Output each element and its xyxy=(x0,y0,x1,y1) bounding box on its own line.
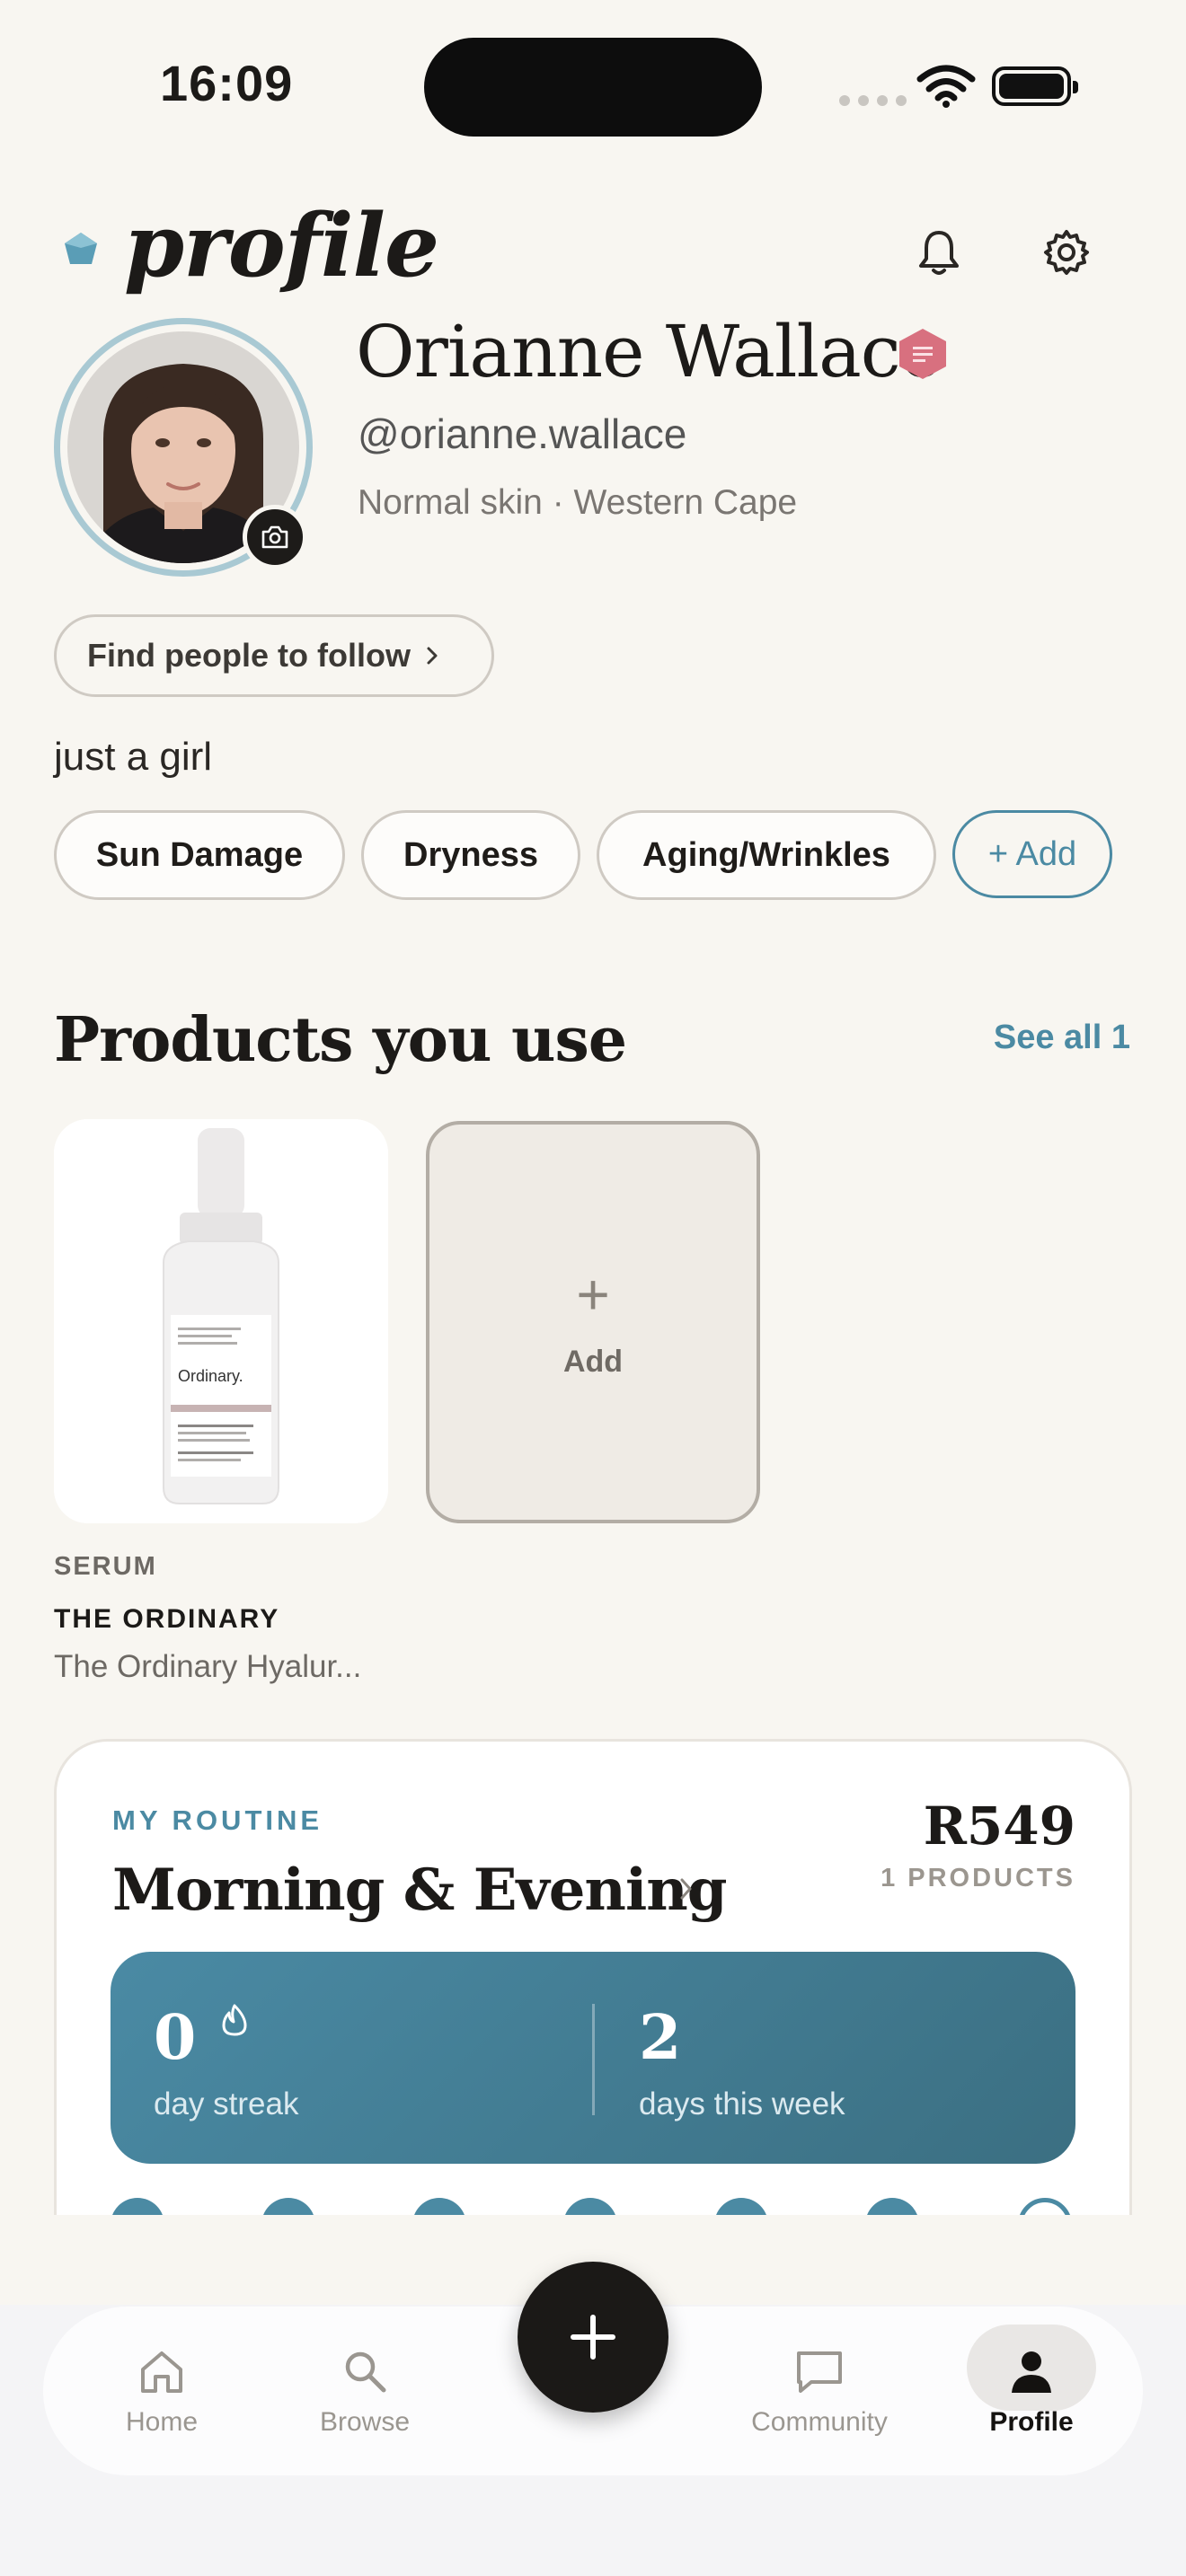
flame-icon xyxy=(222,2004,247,2036)
bell-icon xyxy=(919,231,959,275)
person-icon xyxy=(1012,2351,1051,2393)
week-label: days this week xyxy=(639,2086,845,2122)
add-concern-button[interactable]: + Add xyxy=(952,810,1112,898)
product-category: SERUM xyxy=(54,1552,157,1581)
day-dot[interactable] xyxy=(261,2198,315,2215)
day-dot[interactable] xyxy=(865,2198,919,2215)
concern-chip[interactable]: Dryness xyxy=(361,810,580,900)
see-all-link[interactable]: See all 1 xyxy=(994,1019,1130,1057)
gem-logo-icon xyxy=(65,233,97,264)
routine-price: R549 xyxy=(923,1795,1075,1857)
status-time: 16:09 xyxy=(160,55,294,111)
wifi-icon xyxy=(916,65,976,108)
nav-item-browse[interactable]: Browse xyxy=(284,2348,446,2438)
badge-icon xyxy=(899,329,946,379)
create-post-button[interactable] xyxy=(518,2262,668,2413)
products-section-title: Products you use xyxy=(54,1004,627,1076)
dynamic-island xyxy=(424,38,762,137)
chevron-right-icon xyxy=(680,1878,692,1900)
streak-divider xyxy=(592,2004,595,2115)
week-value: 2 xyxy=(639,2002,682,2074)
nav-item-home[interactable]: Home xyxy=(81,2348,243,2438)
product-brand: THE ORDINARY xyxy=(54,1604,280,1634)
day-dot[interactable] xyxy=(412,2198,466,2215)
nav-item-community[interactable]: Community xyxy=(739,2348,900,2438)
streak-label: day streak xyxy=(154,2086,299,2122)
day-dot[interactable] xyxy=(563,2198,617,2215)
product-image: Ordinary. xyxy=(54,1119,388,1523)
streak-panel: 0 day streak 2 days this week xyxy=(111,1952,1075,2164)
nav-label: Home xyxy=(125,2407,199,2437)
settings-button[interactable] xyxy=(1040,226,1093,278)
battery-icon xyxy=(992,66,1078,106)
profile-meta: Normal skin · Western Cape xyxy=(358,483,798,522)
change-photo-button[interactable] xyxy=(243,505,307,569)
plus-icon xyxy=(571,2315,615,2360)
add-product-label: Add xyxy=(562,1344,624,1379)
notifications-button[interactable] xyxy=(913,226,965,278)
routine-kicker: MY ROUTINE xyxy=(112,1804,323,1836)
routine-product-count: 1 PRODUCTS xyxy=(881,1864,1075,1892)
routine-card[interactable]: MY ROUTINE Morning & Evening R549 1 PROD… xyxy=(54,1739,1132,2215)
day-dot[interactable] xyxy=(111,2198,164,2215)
concern-chip[interactable]: Aging/Wrinkles xyxy=(597,810,936,900)
page-title: profile xyxy=(124,195,439,296)
home-icon xyxy=(141,2351,182,2393)
svg-text:Ordinary.: Ordinary. xyxy=(178,1367,243,1385)
nav-label: Community xyxy=(751,2407,888,2437)
nav-item-profile[interactable]: Profile xyxy=(951,2348,1112,2438)
routine-title: Morning & Evening xyxy=(112,1857,728,1924)
day-dot[interactable] xyxy=(714,2198,768,2215)
profile-bio: just a girl xyxy=(54,735,213,779)
plus-icon: + xyxy=(576,1261,610,1327)
product-name: The Ordinary Hyalur... xyxy=(54,1649,362,1684)
chat-icon xyxy=(797,2351,842,2393)
cellular-signal-icon xyxy=(839,95,907,106)
find-people-button[interactable]: Find people to follow xyxy=(54,614,494,697)
gear-icon xyxy=(1044,230,1089,275)
chevron-right-icon xyxy=(427,647,438,665)
product-card[interactable]: Ordinary. xyxy=(54,1119,388,1523)
search-icon xyxy=(345,2351,386,2393)
nav-label: Profile xyxy=(989,2407,1074,2437)
camera-icon xyxy=(261,525,288,549)
find-people-label: Find people to follow xyxy=(87,637,411,674)
profile-handle: @orianne.wallace xyxy=(358,410,687,457)
add-product-button[interactable]: + Add xyxy=(426,1121,760,1523)
profile-name: Orianne Wallace xyxy=(356,310,943,393)
nav-label: Browse xyxy=(319,2407,411,2437)
concern-chip[interactable]: Sun Damage xyxy=(54,810,345,900)
day-dot[interactable] xyxy=(1018,2198,1072,2215)
streak-value: 0 xyxy=(154,2002,197,2074)
weekday-dots xyxy=(111,2198,1075,2215)
